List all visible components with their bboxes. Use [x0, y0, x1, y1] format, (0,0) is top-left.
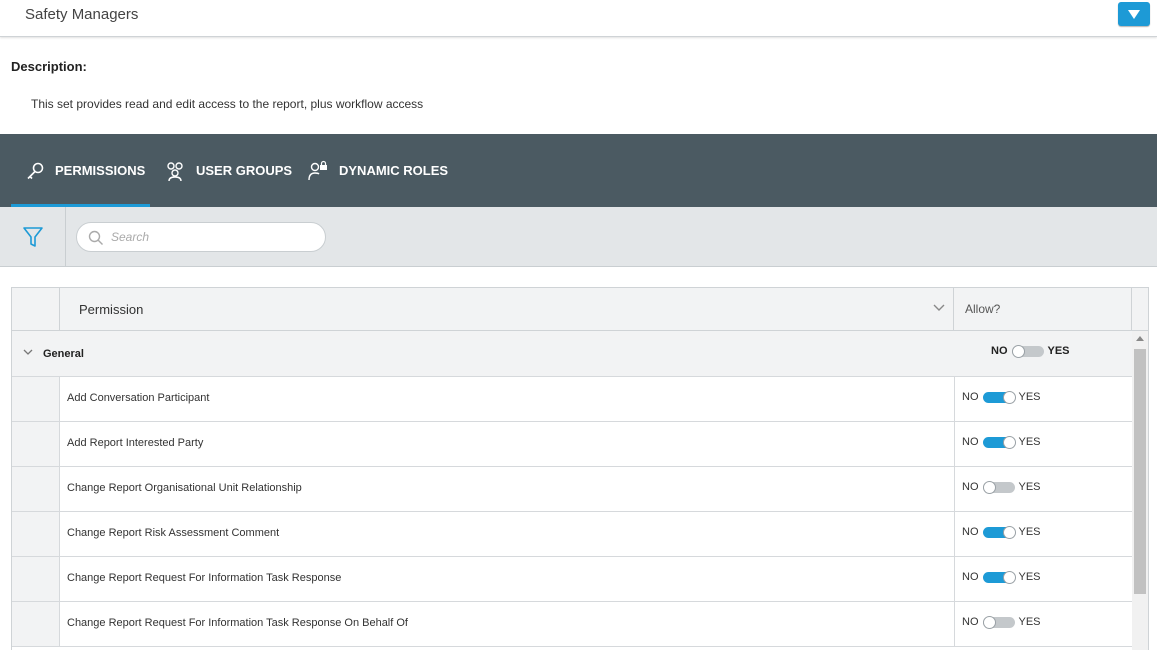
vertical-scrollbar[interactable]	[1132, 331, 1148, 650]
search-box[interactable]	[76, 222, 326, 252]
permission-name: Change Report Organisational Unit Relati…	[67, 482, 302, 494]
group-row-general[interactable]: General NO YES	[12, 331, 1132, 377]
toggle-knob	[1002, 390, 1016, 404]
toggle-yes-label: YES	[1018, 436, 1041, 448]
permission-name: Change Report Risk Assessment Comment	[67, 527, 280, 539]
description-label: Description:	[11, 59, 87, 74]
toggle-yes-label: YES	[1018, 526, 1041, 538]
toggle-no-label: NO	[962, 391, 979, 403]
table-row: Add Conversation Participant NO YES	[12, 377, 1132, 422]
table-row: Change Report Request For Information Ta…	[12, 557, 1132, 602]
tab-dynamic-roles[interactable]: DYNAMIC ROLES	[307, 134, 448, 207]
toggle-knob	[982, 480, 996, 494]
header-expand-column	[12, 288, 60, 331]
row-expand-cell	[12, 602, 60, 646]
user-lock-icon	[308, 160, 327, 180]
tab-dynamic-roles-label: DYNAMIC ROLES	[339, 163, 449, 178]
allow-cell: NO YES	[954, 512, 1132, 556]
permission-column-header[interactable]: Permission	[60, 288, 954, 331]
allow-column-header: Allow?	[954, 288, 1132, 331]
key-icon	[27, 162, 44, 179]
description-text: This set provides read and edit access t…	[31, 97, 424, 111]
toggle-knob	[1002, 435, 1016, 449]
allow-toggle[interactable]: NO YES	[962, 525, 1041, 539]
tab-permissions-label: PERMISSIONS	[55, 163, 146, 178]
toggle-yes-label: YES	[1018, 616, 1041, 628]
toggle-switch[interactable]	[1011, 344, 1044, 358]
tab-user-groups-label: USER GROUPS	[196, 163, 293, 178]
toggle-knob	[1011, 344, 1025, 358]
allow-toggle[interactable]: NO YES	[962, 615, 1041, 629]
tab-user-groups[interactable]: USER GROUPS	[164, 134, 292, 207]
row-expand-cell	[12, 557, 60, 601]
table-row: Change Report Request For Information Ta…	[12, 602, 1132, 647]
toggle-switch[interactable]	[982, 525, 1016, 539]
grid-header: Permission Allow?	[12, 288, 1148, 331]
toggle-no-label: NO	[962, 526, 979, 538]
toggle-knob	[1002, 525, 1016, 539]
chevron-down-icon[interactable]	[23, 349, 33, 356]
toggle-switch[interactable]	[982, 480, 1015, 494]
top-bar: Safety Managers	[0, 0, 1157, 37]
toggle-knob	[982, 615, 996, 629]
toggle-yes-label: YES	[1018, 481, 1041, 493]
toggle-no-label: NO	[991, 345, 1008, 357]
allow-toggle[interactable]: NO YES	[962, 570, 1041, 584]
table-row: Change Report Risk Assessment Comment NO Y…	[12, 512, 1132, 557]
allow-cell: NO YES	[954, 422, 1132, 466]
scroll-up-icon[interactable]	[1136, 336, 1144, 341]
permission-name: Change Report Request For Information Ta…	[67, 572, 342, 584]
allow-cell: NO YES	[954, 602, 1132, 646]
table-row: Add Report Interested Party NO YES	[12, 422, 1132, 467]
filter-toolbar	[0, 207, 1157, 267]
search-icon	[88, 230, 103, 245]
permission-name: Add Conversation Participant	[67, 392, 210, 404]
toggle-switch[interactable]	[982, 435, 1016, 449]
allow-column-label: Allow?	[965, 302, 1001, 316]
tab-bar: PERMISSIONS USER GROUPS DYNAMIC ROLES	[0, 134, 1157, 207]
toggle-no-label: NO	[962, 481, 979, 493]
group-allow-toggle[interactable]: NO YES	[991, 344, 1070, 358]
scrollbar-thumb[interactable]	[1134, 349, 1146, 594]
toggle-switch[interactable]	[982, 615, 1015, 629]
allow-cell: NO YES	[954, 377, 1132, 421]
filter-button[interactable]	[0, 207, 66, 266]
toggle-knob	[1002, 570, 1016, 584]
chevron-down-icon[interactable]	[933, 304, 945, 312]
row-expand-cell	[12, 422, 60, 466]
tab-permissions[interactable]: PERMISSIONS	[11, 134, 150, 207]
row-expand-cell	[12, 512, 60, 556]
row-expand-cell	[12, 467, 60, 511]
caret-down-icon	[1128, 9, 1140, 19]
page-title: Safety Managers	[25, 6, 139, 23]
toggle-no-label: NO	[962, 436, 979, 448]
toggle-yes-label: YES	[1018, 571, 1041, 583]
row-expand-cell	[12, 377, 60, 421]
toggle-yes-label: YES	[1047, 345, 1070, 357]
toggle-no-label: NO	[962, 616, 979, 628]
permission-column-label: Permission	[79, 302, 144, 317]
toggle-yes-label: YES	[1018, 391, 1041, 403]
toggle-switch[interactable]	[982, 570, 1016, 584]
user-group-icon	[167, 161, 183, 181]
group-label: General	[43, 348, 84, 360]
search-input[interactable]	[111, 228, 311, 246]
allow-toggle[interactable]: NO YES	[962, 390, 1041, 404]
toggle-switch[interactable]	[982, 390, 1016, 404]
toggle-no-label: NO	[962, 571, 979, 583]
allow-cell: NO YES	[954, 467, 1132, 511]
permission-name: Change Report Request For Information Ta…	[67, 617, 408, 629]
allow-toggle[interactable]: NO YES	[962, 435, 1041, 449]
allow-cell: NO YES	[954, 557, 1132, 601]
permissions-grid: Permission Allow? General NO YES Add Con…	[11, 287, 1149, 650]
table-row: Change Report Organisational Unit Relati…	[12, 467, 1132, 512]
filter-icon	[22, 226, 43, 247]
permission-name: Add Report Interested Party	[67, 437, 204, 449]
menu-dropdown-button[interactable]	[1118, 2, 1150, 26]
allow-toggle[interactable]: NO YES	[962, 480, 1041, 494]
